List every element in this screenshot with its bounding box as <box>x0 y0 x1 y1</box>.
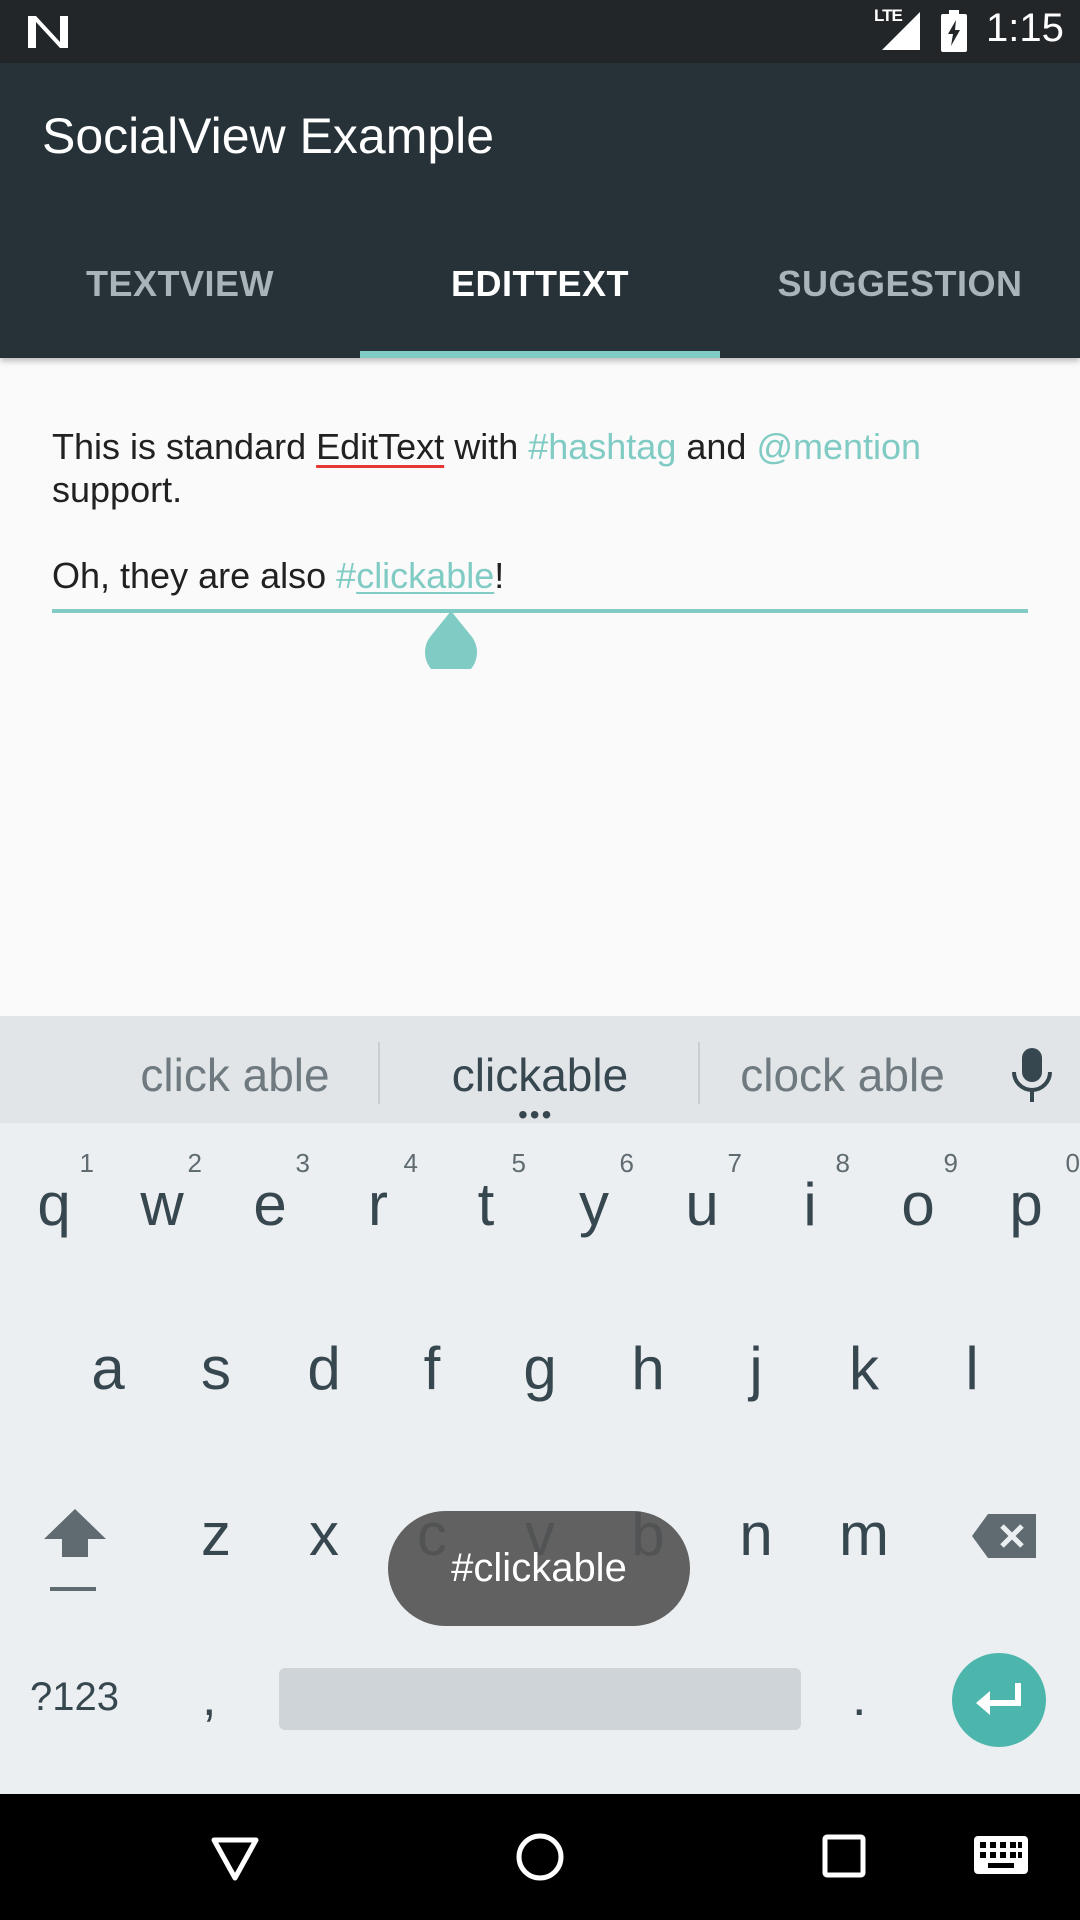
shift-key-icon[interactable] <box>40 1505 110 1595</box>
tab-suggestion[interactable]: SUGGESTION <box>720 263 1080 305</box>
plain-text: and <box>676 426 757 467</box>
app-bar: SocialView Example TEXTVIEW EDITTEXT SUG… <box>0 63 1080 358</box>
recent-apps-icon[interactable] <box>822 1834 866 1878</box>
keyboard-switch-icon[interactable] <box>974 1836 1028 1874</box>
status-bar: LTE 1:15 <box>0 0 1080 63</box>
tab-textview[interactable]: TEXTVIEW <box>0 263 360 305</box>
suggestion-left[interactable]: click able <box>110 1048 360 1102</box>
key-e[interactable]: e3 <box>216 1148 324 1239</box>
signal-icon <box>882 12 920 50</box>
battery-charging-icon <box>941 10 967 52</box>
tab-edittext[interactable]: EDITTEXT <box>360 263 720 305</box>
space-bar[interactable] <box>279 1668 801 1730</box>
suggestion-divider <box>698 1042 700 1104</box>
plain-text: with <box>444 426 529 467</box>
key-h[interactable]: h <box>594 1334 702 1403</box>
key-u[interactable]: u7 <box>648 1148 756 1239</box>
symbols-key[interactable]: ?123 <box>30 1675 119 1720</box>
key-d[interactable]: d <box>270 1334 378 1403</box>
misspelled-word[interactable]: EditText <box>316 426 444 467</box>
edit-text-underline <box>52 609 1028 613</box>
key-a[interactable]: a <box>54 1334 162 1403</box>
toast-message: #clickable <box>388 1511 690 1626</box>
mention-link[interactable]: @mention <box>756 426 921 467</box>
key-t[interactable]: t5 <box>432 1148 540 1239</box>
enter-key[interactable] <box>952 1653 1046 1747</box>
suggestion-strip: click able clickable clock able ••• <box>0 1016 1080 1129</box>
key-s[interactable]: s <box>162 1334 270 1403</box>
plain-text: support. <box>52 469 183 510</box>
key-z[interactable]: z <box>162 1500 270 1569</box>
back-icon[interactable] <box>210 1836 260 1882</box>
comma-key[interactable]: , <box>202 1668 216 1728</box>
plain-text: ! <box>494 555 505 596</box>
suggestion-divider <box>378 1042 380 1104</box>
navigation-bar <box>0 1794 1080 1920</box>
social-edit-text[interactable]: This is standard EditText with #hashtag … <box>52 425 1032 597</box>
text-cursor-handle[interactable] <box>424 611 478 669</box>
hashtag-link[interactable]: #hashtag <box>528 426 676 467</box>
microphone-icon[interactable] <box>1008 1046 1056 1104</box>
edit-text-paragraph-1: This is standard EditText with #hashtag … <box>52 425 1032 511</box>
key-m[interactable]: m <box>810 1500 918 1569</box>
key-y[interactable]: y6 <box>540 1148 648 1239</box>
hashtag-symbol[interactable]: # <box>336 555 356 596</box>
key-q[interactable]: q1 <box>0 1148 108 1239</box>
key-r[interactable]: r4 <box>324 1148 432 1239</box>
home-icon[interactable] <box>515 1832 565 1882</box>
key-i[interactable]: i8 <box>756 1148 864 1239</box>
more-suggestions-indicator[interactable]: ••• <box>518 1101 553 1129</box>
key-j[interactable]: j <box>702 1334 810 1403</box>
key-f[interactable]: f <box>378 1334 486 1403</box>
key-n[interactable]: n <box>702 1500 810 1569</box>
enter-arrow-icon <box>976 1683 1021 1715</box>
suggestion-center[interactable]: clickable <box>400 1048 680 1102</box>
key-o[interactable]: o9 <box>864 1148 972 1239</box>
plain-text: This is standard <box>52 426 317 467</box>
key-w[interactable]: w2 <box>108 1148 216 1239</box>
key-g[interactable]: g <box>486 1334 594 1403</box>
plain-text: Oh, they are also <box>52 555 337 596</box>
android-n-logo-icon <box>28 16 68 48</box>
status-clock: 1:15 <box>986 6 1064 50</box>
key-l[interactable]: l <box>918 1334 1026 1403</box>
key-x[interactable]: x <box>270 1500 378 1569</box>
key-p[interactable]: p0 <box>972 1148 1080 1239</box>
suggestion-right[interactable]: clock able <box>720 1048 965 1102</box>
period-key[interactable]: . <box>852 1668 866 1728</box>
app-title: SocialView Example <box>42 108 495 164</box>
key-k[interactable]: k <box>810 1334 918 1403</box>
edit-text-paragraph-2: Oh, they are also #clickable! <box>52 554 1032 597</box>
active-tab-indicator <box>360 351 720 358</box>
backspace-key-icon[interactable] <box>970 1512 1040 1560</box>
clickable-hashtag-link[interactable]: clickable <box>356 555 494 596</box>
